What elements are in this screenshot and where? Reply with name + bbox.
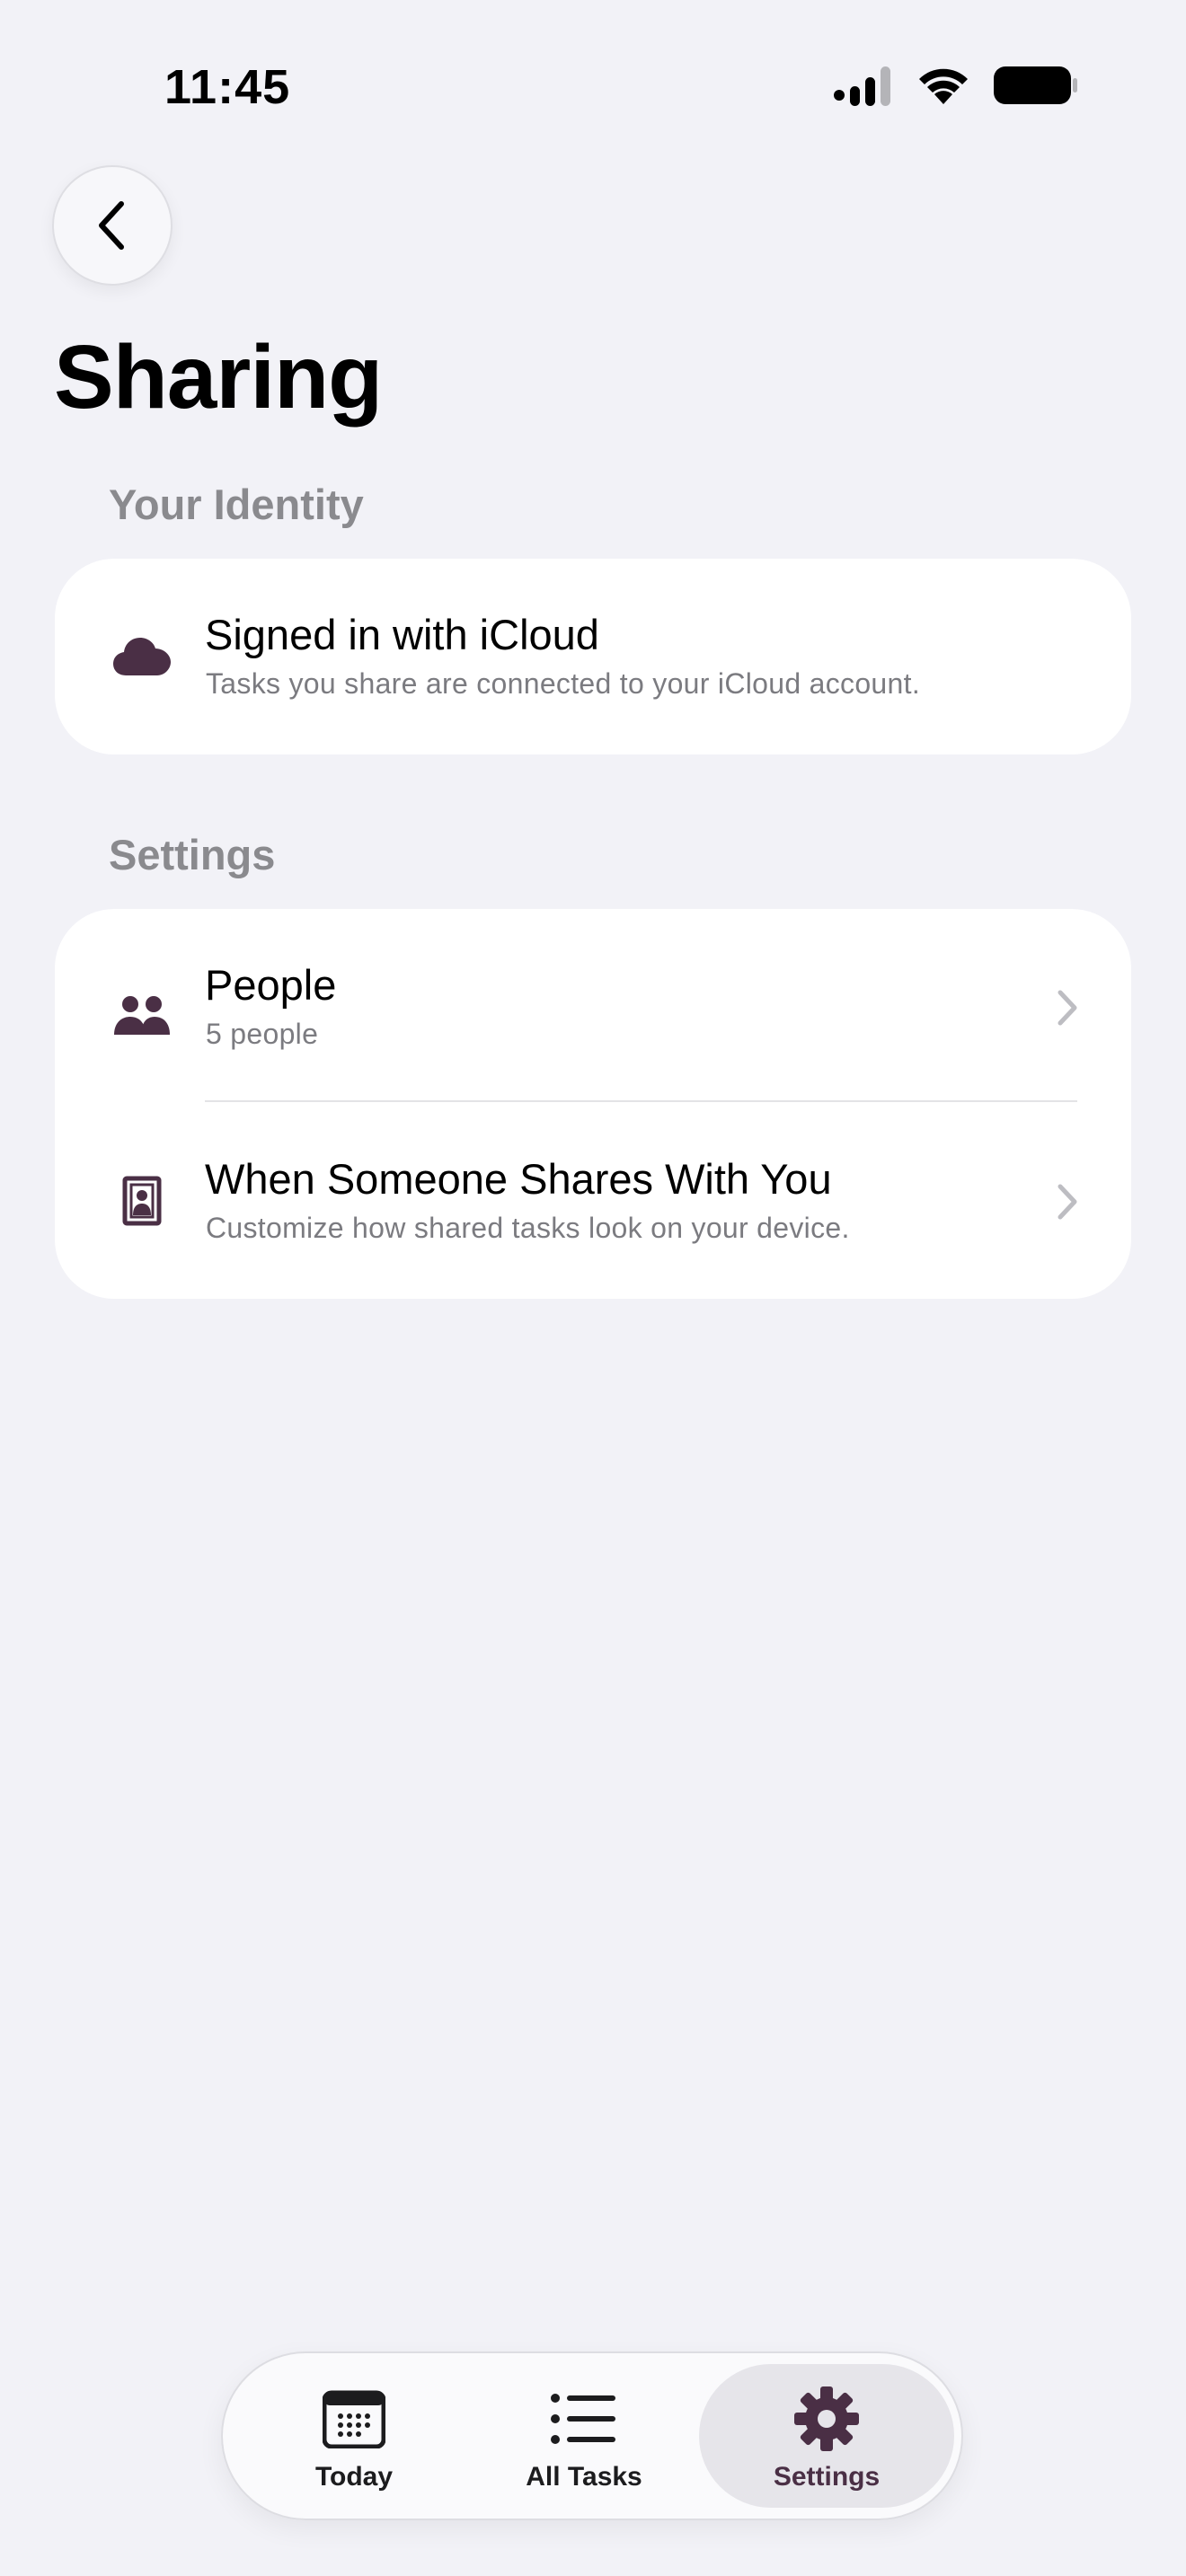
- back-button[interactable]: [52, 165, 173, 286]
- icloud-subtitle: Tasks you share are connected to your iC…: [206, 667, 921, 700]
- icloud-title: Signed in with iCloud: [205, 611, 599, 658]
- chevron-right-icon: [1058, 1184, 1077, 1220]
- settings-card: People 5 people When Someone Shares With…: [55, 909, 1131, 1299]
- settings-row-people[interactable]: People 5 people: [55, 909, 1131, 1105]
- row-divider: [205, 1100, 1077, 1102]
- cellular-signal-icon: [834, 66, 890, 106]
- battery-icon: [994, 66, 1077, 104]
- tab-settings[interactable]: Settings: [699, 2364, 954, 2508]
- cloud-icon: [109, 623, 175, 690]
- people-subtitle: 5 people: [206, 1018, 319, 1050]
- people-icon: [109, 983, 175, 1049]
- chevron-right-icon: [1058, 990, 1077, 1026]
- chevron-left-icon: [99, 201, 124, 250]
- list-icon: [550, 2387, 618, 2450]
- page-title: Sharing: [54, 327, 383, 428]
- status-icons: [834, 63, 1078, 108]
- tab-settings-label: Settings: [773, 2462, 881, 2492]
- tab-today[interactable]: Today: [237, 2364, 471, 2508]
- icloud-row: Signed in with iCloud Tasks you share ar…: [55, 559, 1131, 754]
- when-shared-subtitle: Customize how shared tasks look on your …: [206, 1212, 850, 1244]
- wifi-icon: [919, 68, 968, 104]
- tab-bar: Today All Tasks Settings: [221, 2351, 963, 2520]
- section-header-settings: Settings: [109, 831, 276, 878]
- settings-row-when-shared[interactable]: When Someone Shares With You Customize h…: [55, 1103, 1131, 1299]
- tab-all-tasks[interactable]: All Tasks: [467, 2364, 701, 2508]
- tab-today-label: Today: [314, 2462, 394, 2492]
- when-shared-title: When Someone Shares With You: [205, 1155, 832, 1203]
- section-header-identity: Your Identity: [109, 481, 364, 528]
- tab-all-tasks-label: All Tasks: [526, 2462, 642, 2492]
- status-time: 11:45: [164, 60, 291, 114]
- identity-card: Signed in with iCloud Tasks you share ar…: [55, 559, 1131, 754]
- contact-card-icon: [109, 1168, 175, 1234]
- calendar-icon: [320, 2387, 388, 2450]
- people-title: People: [205, 961, 337, 1009]
- sharing-screen: 11:45 Sharing Your Identity Signed in wi…: [0, 0, 1186, 2576]
- gear-icon: [792, 2386, 861, 2451]
